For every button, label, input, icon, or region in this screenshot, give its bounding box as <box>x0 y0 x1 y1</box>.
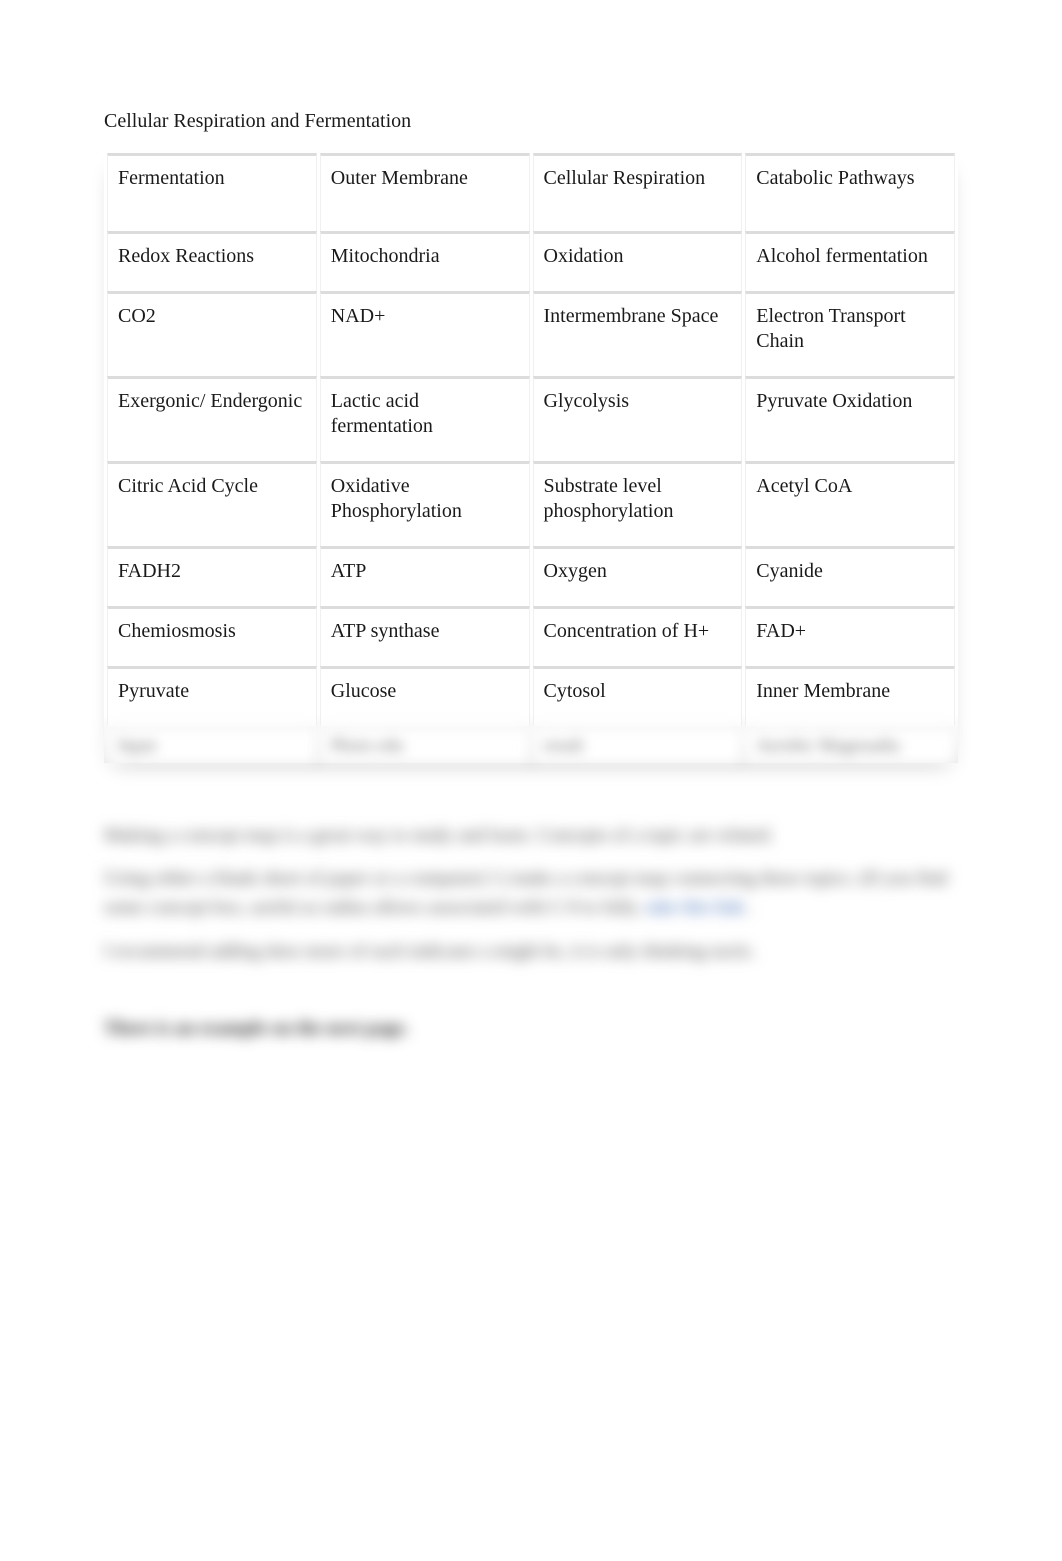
table-row: Pyruvate Glucose Cytosol Inner Membrane <box>107 666 955 726</box>
term-cell: Oxygen <box>533 546 743 606</box>
term-cell: CO2 <box>107 291 317 376</box>
term-cell-blurred: Photo edu <box>320 726 530 763</box>
term-cell-blurred: result <box>533 726 743 763</box>
term-cell: Chemiosmosis <box>107 606 317 666</box>
table-row-blurred: Input Photo edu result Aerobic Magnoadia <box>107 726 955 763</box>
table-row: Chemiosmosis ATP synthase Concentration … <box>107 606 955 666</box>
term-cell: Redox Reactions <box>107 231 317 291</box>
term-cell: Cytosol <box>533 666 743 726</box>
blurred-text: . <box>744 897 754 918</box>
term-cell: Exergonic/ Endergonic <box>107 376 317 461</box>
blurred-paragraph: Using either a blank sheet of paper or a… <box>104 864 958 923</box>
table-row: Citric Acid Cycle Oxidative Phosphorylat… <box>107 461 955 546</box>
table-row: Exergonic/ Endergonic Lactic acid fermen… <box>107 376 955 461</box>
blurred-text: Using either a blank sheet of paper or a… <box>104 868 947 918</box>
term-cell-blurred: Input <box>107 726 317 763</box>
term-cell: ATP synthase <box>320 606 530 666</box>
term-cell-blurred: Aerobic Magnoadia <box>745 726 955 763</box>
term-cell: FADH2 <box>107 546 317 606</box>
table-row: Fermentation Outer Membrane Cellular Res… <box>107 153 955 231</box>
term-cell: Fermentation <box>107 153 317 231</box>
term-cell: ATP <box>320 546 530 606</box>
table-row: FADH2 ATP Oxygen Cyanide <box>107 546 955 606</box>
term-cell: Acetyl CoA <box>745 461 955 546</box>
term-cell: Glycolysis <box>533 376 743 461</box>
term-cell: Outer Membrane <box>320 153 530 231</box>
terms-table-container: Fermentation Outer Membrane Cellular Res… <box>104 153 958 763</box>
term-cell: Pyruvate <box>107 666 317 726</box>
term-cell: Cyanide <box>745 546 955 606</box>
term-cell: Lactic acid fermentation <box>320 376 530 461</box>
blurred-paragraph: I recommend adding does more of each ind… <box>104 937 958 966</box>
term-cell: Electron Transport Chain <box>745 291 955 376</box>
term-cell: NAD+ <box>320 291 530 376</box>
term-cell: Oxidation <box>533 231 743 291</box>
table-row: Redox Reactions Mitochondria Oxidation A… <box>107 231 955 291</box>
term-cell: Cellular Respiration <box>533 153 743 231</box>
blurred-next-page-note: There is an example on the next page. <box>104 1018 958 1040</box>
term-cell: Citric Acid Cycle <box>107 461 317 546</box>
table-row: CO2 NAD+ Intermembrane Space Electron Tr… <box>107 291 955 376</box>
term-cell: FAD+ <box>745 606 955 666</box>
term-cell: Alcohol fermentation <box>745 231 955 291</box>
term-cell: Substrate level phosphorylation <box>533 461 743 546</box>
term-cell: Intermembrane Space <box>533 291 743 376</box>
page-title: Cellular Respiration and Fermentation <box>104 110 958 133</box>
term-cell: Oxidative Phosphorylation <box>320 461 530 546</box>
term-cell: Catabolic Pathways <box>745 153 955 231</box>
blurred-paragraph: Making a concept map is a great way to s… <box>104 821 958 850</box>
term-cell: Mitochondria <box>320 231 530 291</box>
terms-table: Fermentation Outer Membrane Cellular Res… <box>104 153 958 763</box>
term-cell: Inner Membrane <box>745 666 955 726</box>
term-cell: Pyruvate Oxidation <box>745 376 955 461</box>
term-cell: Concentration of H+ <box>533 606 743 666</box>
term-cell: Glucose <box>320 666 530 726</box>
blurred-link: take this link <box>646 897 744 918</box>
